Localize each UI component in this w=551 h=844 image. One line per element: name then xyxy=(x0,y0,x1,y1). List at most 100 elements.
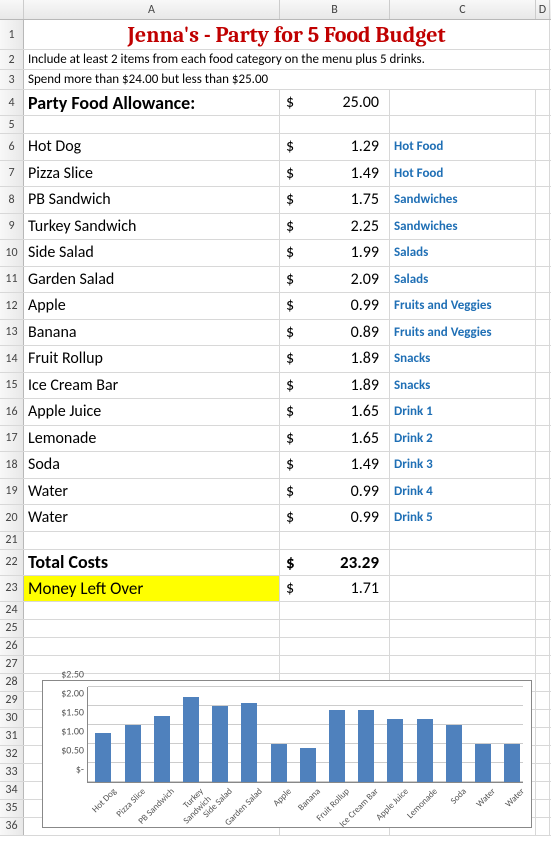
row-header-1[interactable]: 1 xyxy=(0,20,24,49)
item-price-11[interactable]: $1.65 xyxy=(280,426,390,452)
cell-colD-5[interactable] xyxy=(536,116,550,133)
cell-colD-9[interactable] xyxy=(536,214,550,240)
row-header-8[interactable]: 8 xyxy=(0,187,24,213)
cell-colB-26[interactable] xyxy=(280,638,390,655)
total-value[interactable]: $23.29 xyxy=(280,550,390,575)
cell-colC-21[interactable] xyxy=(390,532,536,549)
item-name-4[interactable]: Side Salad xyxy=(24,240,280,266)
row-header-14[interactable]: 14 xyxy=(0,346,24,372)
cell-colD-23[interactable] xyxy=(536,576,550,601)
row-header-26[interactable]: 26 xyxy=(0,638,24,655)
row-header-21[interactable]: 21 xyxy=(0,532,24,549)
col-header-C[interactable]: C xyxy=(390,0,536,19)
cell-colC-25[interactable] xyxy=(390,620,536,637)
item-name-0[interactable]: Hot Dog xyxy=(24,134,280,160)
item-category-13[interactable]: Drink 4 xyxy=(390,479,536,505)
item-category-7[interactable]: Fruits and Veggies xyxy=(390,320,536,346)
cell-colD-24[interactable] xyxy=(536,602,550,619)
row-header-10[interactable]: 10 xyxy=(0,240,24,266)
cell-colB-21[interactable] xyxy=(280,532,390,549)
cell-colD-29[interactable] xyxy=(536,692,550,709)
item-name-3[interactable]: Turkey Sandwich xyxy=(24,214,280,240)
row-header-7[interactable]: 7 xyxy=(0,161,24,187)
leftover-value[interactable]: $1.71 xyxy=(280,576,390,601)
row-header-23[interactable]: 23 xyxy=(0,576,24,601)
item-price-12[interactable]: $1.49 xyxy=(280,452,390,478)
col-header-A[interactable]: A xyxy=(24,0,280,19)
row-header-30[interactable]: 30 xyxy=(0,710,24,727)
cell-colD-34[interactable] xyxy=(536,782,550,799)
row-header-28[interactable]: 28 xyxy=(0,674,24,691)
row-header-20[interactable]: 20 xyxy=(0,505,24,531)
item-price-4[interactable]: $1.99 xyxy=(280,240,390,266)
row-header-36[interactable]: 36 xyxy=(0,818,24,835)
cell-colA-26[interactable] xyxy=(24,638,280,655)
total-label[interactable]: Total Costs xyxy=(24,550,280,575)
item-price-3[interactable]: $2.25 xyxy=(280,214,390,240)
chart[interactable]: $-$0.50$1.00$1.50$2.00$2.50Hot DogPizza … xyxy=(42,680,532,828)
row-header-3[interactable]: 3 xyxy=(0,70,24,89)
item-name-11[interactable]: Lemonade xyxy=(24,426,280,452)
cell-colA-5[interactable] xyxy=(24,116,280,133)
item-category-3[interactable]: Sandwiches xyxy=(390,214,536,240)
cell-colB-24[interactable] xyxy=(280,602,390,619)
row-header-16[interactable]: 16 xyxy=(0,399,24,425)
item-price-1[interactable]: $1.49 xyxy=(280,161,390,187)
cell-colD-26[interactable] xyxy=(536,638,550,655)
cell-colD-18[interactable] xyxy=(536,452,550,478)
page-title[interactable]: Jenna's - Party for 5 Food Budget xyxy=(24,20,550,49)
cell-colD-30[interactable] xyxy=(536,710,550,727)
cell-colA-24[interactable] xyxy=(24,602,280,619)
cell-colD-21[interactable] xyxy=(536,532,550,549)
item-price-0[interactable]: $1.29 xyxy=(280,134,390,160)
item-category-9[interactable]: Snacks xyxy=(390,373,536,399)
row-header-25[interactable]: 25 xyxy=(0,620,24,637)
item-price-7[interactable]: $0.89 xyxy=(280,320,390,346)
row-header-35[interactable]: 35 xyxy=(0,800,24,817)
item-name-5[interactable]: Garden Salad xyxy=(24,267,280,293)
item-name-6[interactable]: Apple xyxy=(24,293,280,319)
col-header-D[interactable]: D xyxy=(536,0,550,19)
row-header-15[interactable]: 15 xyxy=(0,373,24,399)
item-name-10[interactable]: Apple Juice xyxy=(24,399,280,425)
cell-colD-32[interactable] xyxy=(536,746,550,763)
item-category-11[interactable]: Drink 2 xyxy=(390,426,536,452)
cell-colA-25[interactable] xyxy=(24,620,280,637)
select-all-corner[interactable] xyxy=(0,0,24,19)
item-price-14[interactable]: $0.99 xyxy=(280,505,390,531)
row-header-5[interactable]: 5 xyxy=(0,116,24,133)
cell-colC-26[interactable] xyxy=(390,638,536,655)
item-name-2[interactable]: PB Sandwich xyxy=(24,187,280,213)
item-name-8[interactable]: Fruit Rollup xyxy=(24,346,280,372)
item-category-14[interactable]: Drink 5 xyxy=(390,505,536,531)
item-category-1[interactable]: Hot Food xyxy=(390,161,536,187)
cell-colD-35[interactable] xyxy=(536,800,550,817)
item-price-10[interactable]: $1.65 xyxy=(280,399,390,425)
row-header-13[interactable]: 13 xyxy=(0,320,24,346)
cell-colC-22[interactable] xyxy=(390,550,536,575)
item-price-13[interactable]: $0.99 xyxy=(280,479,390,505)
item-category-0[interactable]: Hot Food xyxy=(390,134,536,160)
row-header-9[interactable]: 9 xyxy=(0,214,24,240)
cell-colD-20[interactable] xyxy=(536,505,550,531)
cell-colD-16[interactable] xyxy=(536,399,550,425)
item-name-9[interactable]: Ice Cream Bar xyxy=(24,373,280,399)
leftover-label[interactable]: Money Left Over xyxy=(24,576,280,601)
cell-colD-6[interactable] xyxy=(536,134,550,160)
row-header-17[interactable]: 17 xyxy=(0,426,24,452)
cell-colA-21[interactable] xyxy=(24,532,280,549)
cell-colD-28[interactable] xyxy=(536,674,550,691)
cell-colB-25[interactable] xyxy=(280,620,390,637)
row-header-18[interactable]: 18 xyxy=(0,452,24,478)
item-price-5[interactable]: $2.09 xyxy=(280,267,390,293)
item-name-1[interactable]: Pizza Slice xyxy=(24,161,280,187)
cell-colD-27[interactable] xyxy=(536,656,550,673)
cell-colD-4[interactable] xyxy=(536,90,550,115)
cell-colD-14[interactable] xyxy=(536,346,550,372)
item-price-9[interactable]: $1.89 xyxy=(280,373,390,399)
row-header-33[interactable]: 33 xyxy=(0,764,24,781)
item-category-8[interactable]: Snacks xyxy=(390,346,536,372)
row-header-22[interactable]: 22 xyxy=(0,550,24,575)
cell-colD-15[interactable] xyxy=(536,373,550,399)
cell-colD-17[interactable] xyxy=(536,426,550,452)
